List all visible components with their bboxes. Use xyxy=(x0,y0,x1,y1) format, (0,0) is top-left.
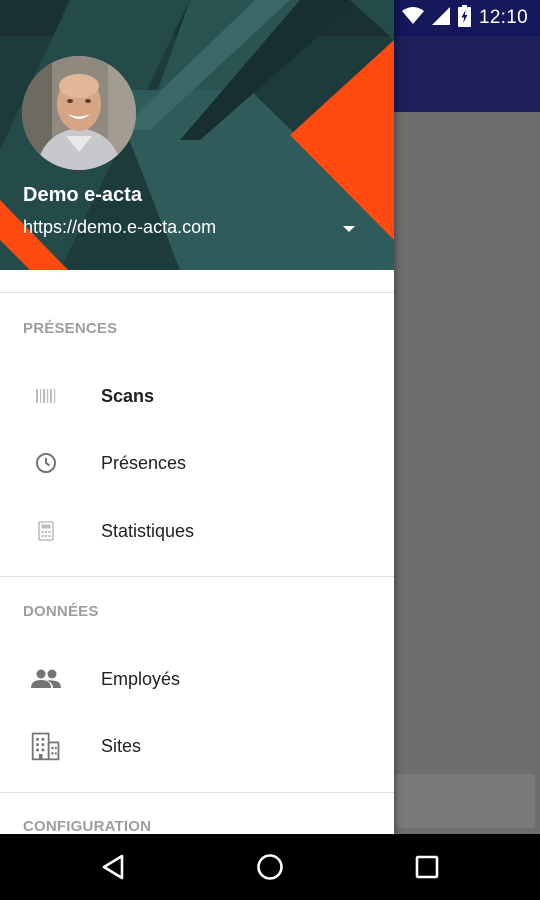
nav-item-label: Employés xyxy=(101,668,181,689)
account-avatar[interactable] xyxy=(22,56,136,170)
section-label-configuration: CONFIGURATION xyxy=(23,818,152,834)
back-icon[interactable] xyxy=(96,850,130,884)
barcode-icon xyxy=(30,380,62,412)
section-label-presences: PRÉSENCES xyxy=(23,320,118,337)
account-name: Demo e-acta xyxy=(23,184,142,206)
account-url: https://demo.e-acta.com xyxy=(23,217,217,237)
drawer-header: Demo e-acta https://demo.e-acta.com xyxy=(0,0,394,270)
home-icon[interactable] xyxy=(253,850,287,884)
divider xyxy=(0,792,394,793)
status-icons: 12:10 xyxy=(401,4,528,32)
cell-signal-icon xyxy=(431,6,450,30)
nav-item-label: Présences xyxy=(101,452,187,473)
divider xyxy=(0,292,394,293)
status-time: 12:10 xyxy=(478,7,528,28)
account-dropdown-icon[interactable] xyxy=(340,222,358,236)
recents-icon[interactable] xyxy=(410,850,444,884)
nav-item-statistiques[interactable]: Statistiques xyxy=(0,498,394,564)
navigation-drawer: Demo e-acta https://demo.e-acta.com PRÉS… xyxy=(0,0,394,834)
nav-item-label: Scans xyxy=(101,385,155,406)
nav-item-scans[interactable]: Scans xyxy=(0,363,394,429)
nav-item-sites[interactable]: Sites xyxy=(0,713,394,779)
nav-item-label: Statistiques xyxy=(101,520,195,541)
wifi-icon xyxy=(401,6,424,30)
building-icon xyxy=(30,730,62,762)
system-navigation-bar xyxy=(0,834,540,900)
nav-item-employes[interactable]: Employés xyxy=(0,646,394,712)
calculator-icon xyxy=(30,515,62,547)
nav-item-label: Sites xyxy=(101,735,142,756)
divider xyxy=(0,576,394,577)
background-card xyxy=(395,774,535,828)
section-label-donnees: DONNÉES xyxy=(23,603,99,620)
people-icon xyxy=(30,663,62,695)
nav-item-presences[interactable]: Présences xyxy=(0,430,394,496)
clock-icon xyxy=(30,447,62,479)
battery-charging-icon xyxy=(457,4,471,32)
